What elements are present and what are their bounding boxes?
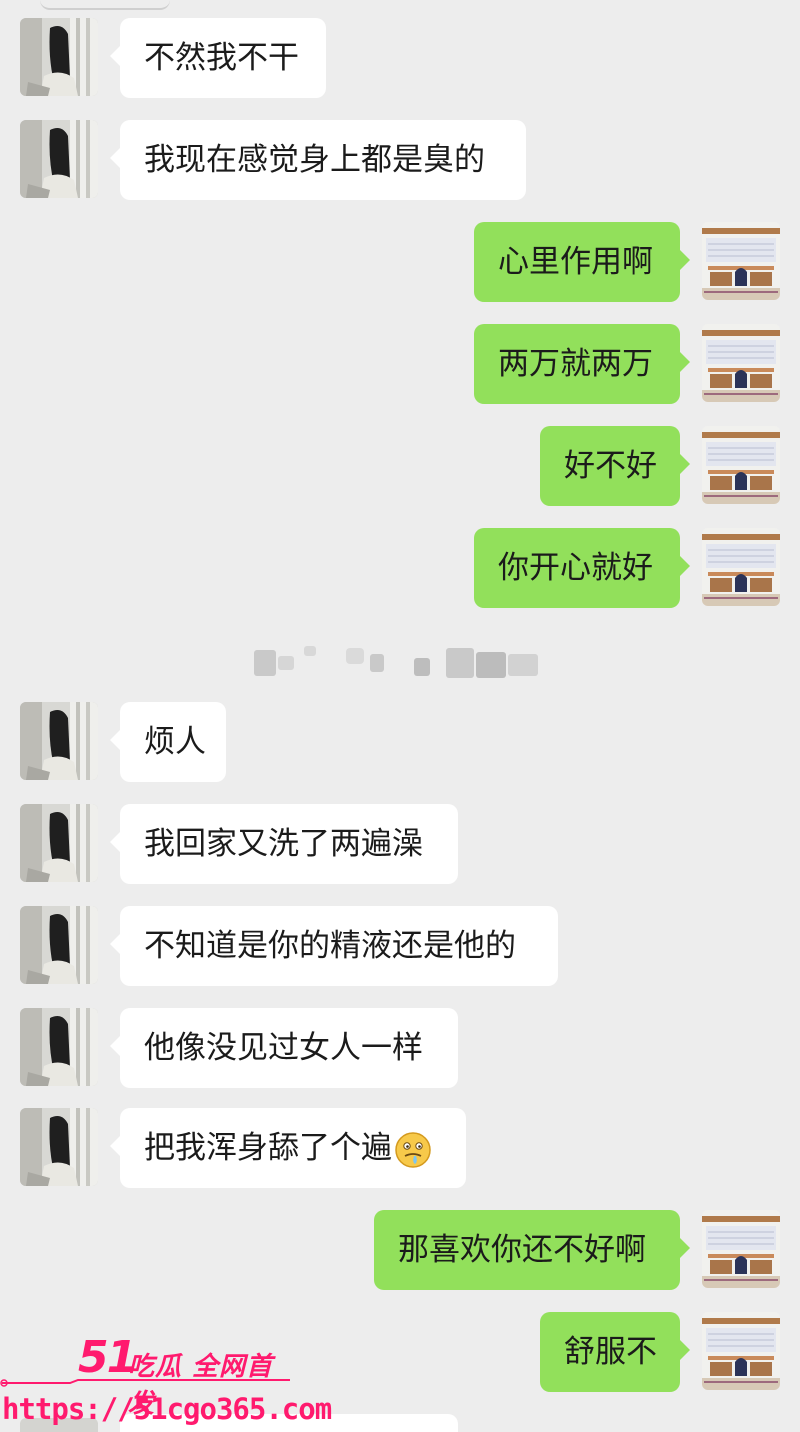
contact-avatar[interactable] [20,804,98,882]
contact-photo-icon [20,1108,98,1186]
message-row: 两万就两万 [0,324,800,404]
contact-photo-icon [20,1008,98,1086]
contact-avatar[interactable] [20,906,98,984]
message-row: 好不好 [0,426,800,506]
contact-avatar[interactable] [20,1008,98,1086]
message-bubble[interactable]: 我回家又洗了两遍澡 [110,804,458,884]
message-row: 他像没见过女人一样 [0,1008,800,1088]
message-row: 把我浑身舔了个遍 [0,1108,800,1188]
watermark-url: https://51cgo365.com [2,1392,332,1426]
my-photo-icon [702,324,780,402]
my-photo-icon [702,426,780,504]
contact-avatar[interactable] [20,18,98,96]
message-text: 不知道是你的精液还是他的 [144,928,516,964]
message-bubble[interactable]: 那喜欢你还不好啊 [374,1210,690,1290]
blurred-timestamp [254,646,538,678]
message-bubble[interactable]: 不然我不干 [110,18,326,98]
message-text: 两万就两万 [498,346,653,382]
message-row: 心里作用啊 [0,222,800,302]
drooling-face-emoji [395,1131,431,1168]
my-photo-icon [702,1210,780,1288]
message-text: 好不好 [564,448,657,484]
message-row: 你开心就好 [0,528,800,608]
my-photo-icon [702,528,780,606]
message-bubble[interactable]: 你开心就好 [474,528,690,608]
message-bubble[interactable]: 心里作用啊 [474,222,690,302]
message-text: 我现在感觉身上都是臭的 [144,142,485,178]
message-text: 舒服不 [564,1334,657,1370]
message-bubble[interactable]: 好不好 [540,426,690,506]
contact-photo-icon [20,120,98,198]
contact-avatar[interactable] [20,1108,98,1186]
contact-avatar[interactable] [20,120,98,198]
message-text: 你开心就好 [498,550,653,586]
my-avatar[interactable] [702,528,780,606]
message-row: 那喜欢你还不好啊 [0,1210,800,1290]
my-avatar[interactable] [702,1312,780,1390]
watermark: 51 吃瓜 全网首发 https://51cgo365.com [0,1330,332,1432]
message-text: 把我浑身舔了个遍 [144,1130,392,1166]
message-text: 心里作用啊 [498,244,653,280]
message-text: 那喜欢你还不好啊 [398,1232,646,1268]
scroll-edge [40,0,170,10]
message-bubble[interactable]: 烦人 [110,702,226,782]
message-text: 不然我不干 [144,40,299,76]
contact-photo-icon [20,906,98,984]
contact-photo-icon [20,804,98,882]
message-row: 不然我不干 [0,18,800,98]
message-bubble[interactable]: 舒服不 [540,1312,690,1392]
contact-photo-icon [20,702,98,780]
message-bubble[interactable]: 不知道是你的精液还是他的 [110,906,558,986]
message-text: 我回家又洗了两遍澡 [144,826,423,862]
my-avatar[interactable] [702,222,780,300]
watermark-logo: 51 [78,1332,137,1383]
my-avatar[interactable] [702,1210,780,1288]
message-row: 不知道是你的精液还是他的 [0,906,800,986]
message-bubble[interactable]: 他像没见过女人一样 [110,1008,458,1088]
message-row: 我现在感觉身上都是臭的 [0,120,800,200]
message-row: 我回家又洗了两遍澡 [0,804,800,884]
message-bubble[interactable]: 我现在感觉身上都是臭的 [110,120,526,200]
message-bubble[interactable]: 两万就两万 [474,324,690,404]
message-text: 他像没见过女人一样 [144,1030,423,1066]
message-bubble[interactable]: 把我浑身舔了个遍 [110,1108,466,1188]
contact-avatar[interactable] [20,702,98,780]
my-avatar[interactable] [702,426,780,504]
my-avatar[interactable] [702,324,780,402]
my-photo-icon [702,1312,780,1390]
watermark-underline-icon [0,1379,290,1387]
message-text: 烦人 [144,724,206,760]
message-row: 烦人 [0,702,800,782]
contact-photo-icon [20,18,98,96]
my-photo-icon [702,222,780,300]
